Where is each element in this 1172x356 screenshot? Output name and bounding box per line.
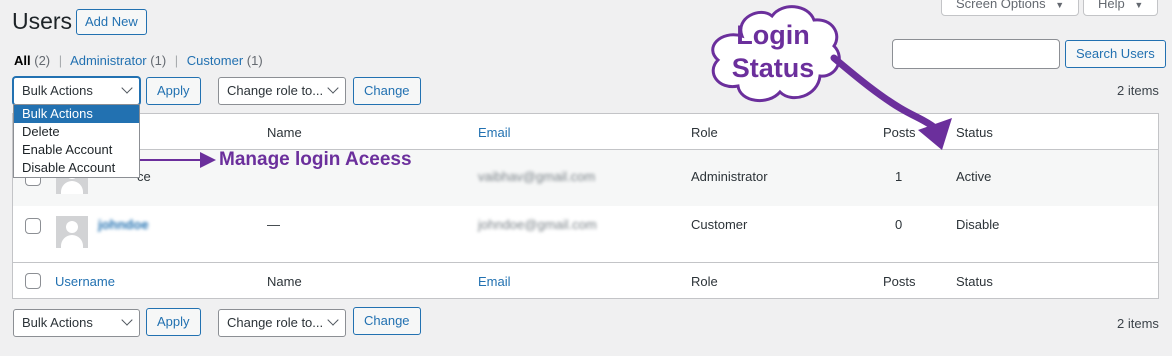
- annotation-overlay: [122, 5, 952, 168]
- manage-login-annotation: Manage login Aceess: [219, 149, 412, 170]
- login-status-arrow: [830, 54, 939, 132]
- dropdown-option-delete[interactable]: Delete: [14, 123, 139, 141]
- cloud-line-1: Login: [736, 20, 810, 50]
- login-status-annotation: Login Status: [716, 19, 830, 85]
- dropdown-option-bulk-actions[interactable]: Bulk Actions: [14, 105, 139, 123]
- dropdown-option-enable-account[interactable]: Enable Account: [14, 141, 139, 159]
- bulk-actions-dropdown: Bulk Actions Delete Enable Account Disab…: [13, 104, 140, 178]
- dropdown-option-disable-account[interactable]: Disable Account: [14, 159, 139, 177]
- cloud-line-2: Status: [731, 53, 815, 83]
